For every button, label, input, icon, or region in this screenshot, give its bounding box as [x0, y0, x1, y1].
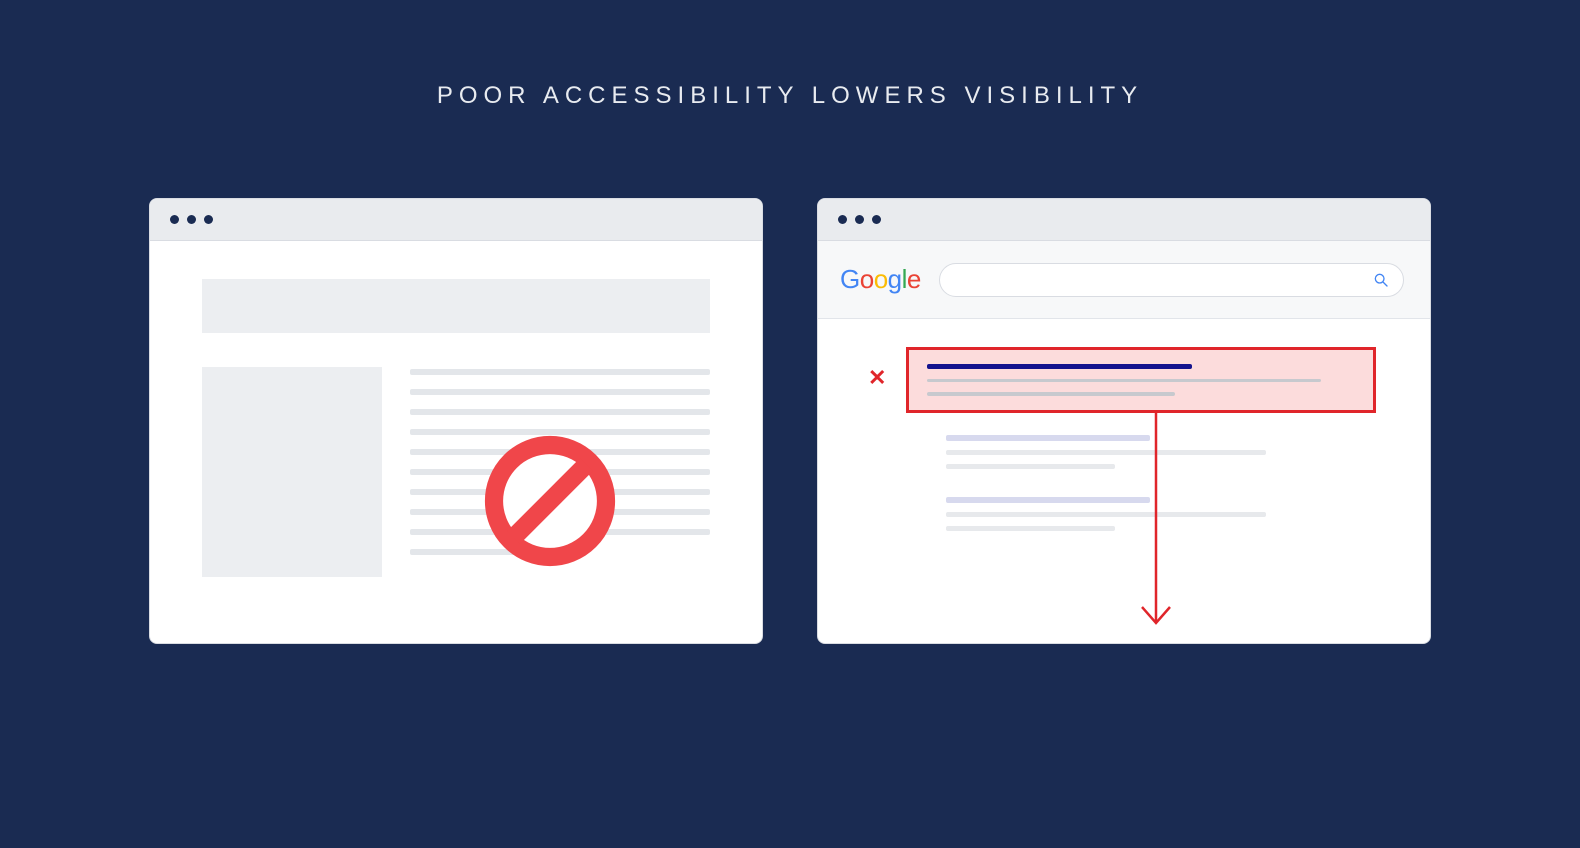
- search-result: [946, 435, 1390, 469]
- page-content-mock: [150, 241, 762, 643]
- search-results-area: ✕: [818, 319, 1430, 643]
- diagram-title: POOR ACCESSIBILITY LOWERS VISIBILITY: [0, 0, 1580, 110]
- rejected-x-icon: ✕: [868, 365, 886, 391]
- result-title-placeholder: [927, 364, 1192, 369]
- result-title-placeholder: [946, 435, 1150, 441]
- hero-placeholder: [202, 279, 710, 333]
- result-desc-placeholder: [927, 392, 1175, 396]
- google-logo: Google: [840, 264, 921, 295]
- search-header: Google: [818, 241, 1430, 319]
- prohibited-icon: [480, 431, 620, 571]
- window-control-dot: [855, 215, 864, 224]
- result-title-placeholder: [946, 497, 1150, 503]
- text-line: [410, 389, 710, 395]
- window-control-dot: [170, 215, 179, 224]
- result-desc-placeholder: [946, 512, 1266, 517]
- result-desc-placeholder: [946, 464, 1115, 469]
- image-placeholder: [202, 367, 382, 577]
- penalized-search-result: [906, 347, 1376, 413]
- diagram-panels: Google ✕: [0, 198, 1580, 644]
- window-control-dot: [204, 215, 213, 224]
- window-control-dot: [872, 215, 881, 224]
- result-desc-placeholder: [927, 379, 1321, 383]
- browser-titlebar: [818, 199, 1430, 241]
- text-line: [410, 369, 710, 375]
- search-input[interactable]: [939, 263, 1404, 297]
- browser-titlebar: [150, 199, 762, 241]
- result-desc-placeholder: [946, 450, 1266, 455]
- browser-window-search-results: Google ✕: [817, 198, 1431, 644]
- search-result: [946, 497, 1390, 531]
- window-control-dot: [838, 215, 847, 224]
- window-control-dot: [187, 215, 196, 224]
- other-results-group: [946, 435, 1390, 531]
- search-icon: [1373, 272, 1389, 288]
- result-desc-placeholder: [946, 526, 1115, 531]
- text-line: [410, 409, 710, 415]
- browser-window-inaccessible-site: [149, 198, 763, 644]
